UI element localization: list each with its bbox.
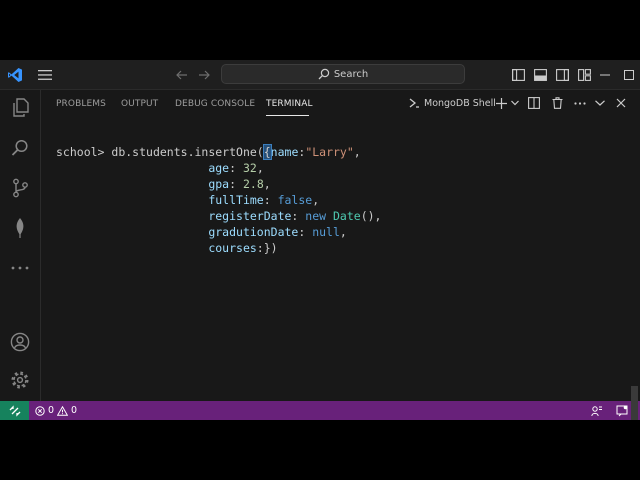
title-bar: Search xyxy=(0,60,640,90)
remote-icon xyxy=(9,404,20,417)
maximize-icon[interactable] xyxy=(620,66,638,84)
search-small-icon xyxy=(318,68,330,80)
error-icon xyxy=(35,405,45,416)
key-fulltime: fullTime xyxy=(208,193,264,207)
key-courses: courses xyxy=(208,241,257,255)
notifications-bell-icon[interactable] xyxy=(614,403,630,418)
problems-status[interactable]: 0 0 xyxy=(35,404,77,417)
remote-indicator[interactable] xyxy=(0,401,29,420)
terminal-name[interactable]: MongoDB Shell xyxy=(424,98,496,109)
search-icon[interactable] xyxy=(0,130,40,166)
status-bar: 0 0 xyxy=(0,401,640,420)
value-age: 32 xyxy=(242,161,257,175)
terminal-prompt: school> xyxy=(56,145,105,159)
account-icon[interactable] xyxy=(0,324,40,360)
terminal-output[interactable]: school> db.students.insertOne({name:"Lar… xyxy=(56,144,381,256)
new-terminal-plus-icon[interactable] xyxy=(493,95,509,111)
feedback-icon[interactable] xyxy=(589,403,605,418)
toggle-secondary-sidebar-icon[interactable] xyxy=(553,66,571,84)
keyword-new: new xyxy=(305,209,327,223)
tab-debug-console[interactable]: DEBUG CONSOLE xyxy=(175,99,255,109)
terminal-command: db.students.insertOne( xyxy=(111,145,264,159)
bottom-panel: PROBLEMS OUTPUT DEBUG CONSOLE TERMINAL M… xyxy=(41,90,640,401)
vscode-logo-icon xyxy=(6,66,24,84)
toggle-panel-icon[interactable] xyxy=(531,66,549,84)
source-control-icon[interactable] xyxy=(0,170,40,206)
value-gradutiondate: null xyxy=(312,225,340,239)
value-fulltime: false xyxy=(277,193,313,207)
more-icon[interactable] xyxy=(0,250,40,286)
key-registerdate: registerDate xyxy=(208,209,292,223)
settings-gear-icon[interactable] xyxy=(0,362,40,398)
back-arrow-icon[interactable] xyxy=(173,66,191,84)
panel-more-actions-icon[interactable] xyxy=(572,95,588,111)
search-label: Search xyxy=(333,68,369,80)
forward-arrow-icon[interactable] xyxy=(195,66,213,84)
closing-brackets: :}) xyxy=(256,241,278,255)
activity-bar xyxy=(0,90,41,401)
key-age: age xyxy=(208,161,230,175)
tab-problems[interactable]: PROBLEMS xyxy=(56,99,106,109)
date-constructor: Date xyxy=(333,209,361,223)
vscode-window: Search PROBLEMS OUTPUT DEBUG CONSOLE TER… xyxy=(0,60,640,420)
mongodb-leaf-icon[interactable] xyxy=(0,210,40,246)
warning-count: 0 xyxy=(71,405,78,416)
panel-tab-bar: PROBLEMS OUTPUT DEBUG CONSOLE TERMINAL M… xyxy=(41,90,640,117)
active-tab-indicator xyxy=(266,115,309,116)
split-terminal-icon[interactable] xyxy=(526,95,542,111)
maximize-panel-chevron-icon[interactable] xyxy=(592,95,608,111)
warning-icon xyxy=(57,405,69,416)
minimize-icon[interactable] xyxy=(596,66,614,84)
key-name: name xyxy=(270,145,299,159)
terminal-dropdown-chevron-icon[interactable] xyxy=(508,95,522,111)
matched-brace: { xyxy=(262,144,272,160)
explorer-icon[interactable] xyxy=(0,90,40,126)
tab-terminal[interactable]: TERMINAL xyxy=(266,99,313,109)
value-gpa: 2.8 xyxy=(242,177,264,191)
key-gpa: gpa xyxy=(208,177,230,191)
terminal-scrollbar[interactable] xyxy=(631,386,638,420)
kill-terminal-trash-icon[interactable] xyxy=(549,95,565,111)
error-count: 0 xyxy=(48,405,55,416)
customize-layout-icon[interactable] xyxy=(575,66,593,84)
tab-output[interactable]: OUTPUT xyxy=(121,99,158,109)
call-parens: (), xyxy=(360,209,382,223)
toggle-sidebar-icon[interactable] xyxy=(509,66,527,84)
command-center-search[interactable]: Search xyxy=(221,64,465,84)
close-panel-icon[interactable] xyxy=(613,95,629,111)
menu-icon[interactable] xyxy=(36,66,54,84)
terminal-shell-icon xyxy=(407,96,421,110)
value-name: "Larry" xyxy=(305,145,354,159)
key-gradutiondate: gradutionDate xyxy=(208,225,299,239)
